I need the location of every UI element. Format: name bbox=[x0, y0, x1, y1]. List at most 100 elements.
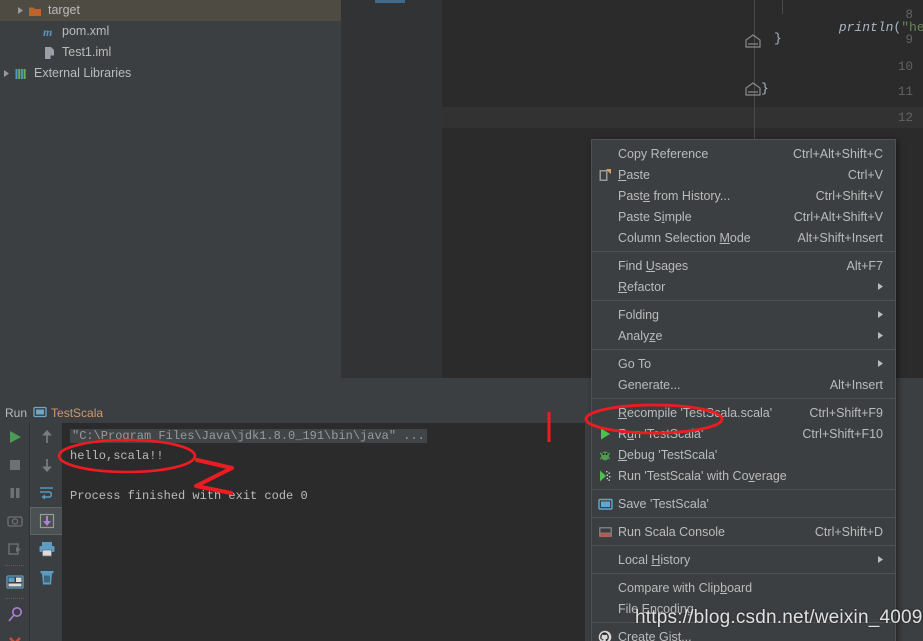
arrow-down-icon[interactable] bbox=[30, 451, 63, 479]
run-tool-window-header: Run TestScala bbox=[0, 403, 585, 423]
menu-item-label: Find Usages bbox=[618, 258, 689, 273]
menu-item-paste[interactable]: Paste Ctrl+V bbox=[592, 164, 895, 185]
external-libraries-icon bbox=[12, 63, 30, 84]
watermark-url: https://blog.csdn.net/weixin_40096730 bbox=[635, 607, 923, 628]
rerun-button[interactable] bbox=[0, 423, 29, 451]
menu-item-label: Run 'TestScala' with Coverage bbox=[618, 468, 787, 483]
menu-item-local-history[interactable]: Local History bbox=[592, 549, 895, 570]
menu-item-shortcut: Ctrl+Alt+Shift+C bbox=[793, 146, 883, 161]
line-number: 12 bbox=[897, 111, 913, 125]
camera-icon[interactable] bbox=[0, 507, 29, 535]
menu-item-refactor[interactable]: Refactor bbox=[592, 276, 895, 297]
menu-item-label: Go To bbox=[618, 356, 652, 371]
pin-icon[interactable] bbox=[0, 601, 29, 629]
toolbar-separator bbox=[5, 565, 24, 566]
iml-file-icon bbox=[40, 42, 58, 63]
red-x-icon[interactable] bbox=[0, 629, 29, 641]
run-console-output[interactable]: "C:\Program Files\Java\jdk1.8.0_191\bin\… bbox=[62, 423, 585, 641]
menu-item-no-icon bbox=[592, 206, 618, 227]
menu-item-label: Save 'TestScala' bbox=[618, 496, 709, 511]
tree-item-target[interactable]: target bbox=[0, 0, 341, 21]
menu-item-label: Create Gist... bbox=[618, 629, 692, 641]
menu-item-folding[interactable]: Folding bbox=[592, 304, 895, 325]
menu-item-paste-from-history[interactable]: Paste from History... Ctrl+Shift+V bbox=[592, 185, 895, 206]
menu-item-label: Debug 'TestScala' bbox=[618, 447, 718, 462]
editor-fold-column[interactable] bbox=[412, 0, 442, 378]
debug-bug-icon bbox=[592, 444, 618, 465]
save-run-config-icon bbox=[592, 493, 618, 514]
scroll-to-end-icon[interactable] bbox=[30, 507, 63, 535]
editor-gutter[interactable] bbox=[341, 0, 412, 378]
menu-item-label: Analyze bbox=[618, 328, 663, 343]
run-tool-window: Run TestScala "C:\Program Files\Java\jdk… bbox=[0, 403, 585, 641]
menu-separator bbox=[592, 573, 895, 574]
menu-item-shortcut: Ctrl+Shift+F9 bbox=[809, 405, 883, 420]
thread-dump-icon[interactable] bbox=[0, 535, 29, 563]
run-window-title: Run bbox=[5, 406, 28, 420]
run-tab-label[interactable]: TestScala bbox=[47, 406, 103, 420]
run-configuration-icon bbox=[33, 405, 47, 422]
menu-item-no-icon bbox=[592, 598, 618, 619]
restore-layout-icon[interactable] bbox=[0, 568, 29, 596]
menu-item-save-testscala[interactable]: Save 'TestScala' bbox=[592, 493, 895, 514]
submenu-arrow-icon bbox=[876, 357, 895, 371]
menu-item-no-icon bbox=[592, 374, 618, 395]
menu-item-run-scala-console[interactable]: Run Scala Console Ctrl+Shift+D bbox=[592, 521, 895, 542]
chevron-right-icon[interactable] bbox=[0, 63, 12, 84]
trash-icon[interactable] bbox=[30, 563, 63, 591]
stop-button[interactable] bbox=[0, 451, 29, 479]
paste-icon bbox=[592, 164, 618, 185]
folder-icon bbox=[26, 0, 44, 21]
menu-item-debug-testscala[interactable]: Debug 'TestScala' bbox=[592, 444, 895, 465]
menu-item-shortcut: Ctrl+Alt+Shift+V bbox=[793, 209, 883, 224]
menu-separator bbox=[592, 545, 895, 546]
menu-item-no-icon bbox=[592, 227, 618, 248]
menu-item-recompile-testscala-scala[interactable]: Recompile 'TestScala.scala' Ctrl+Shift+F9 bbox=[592, 402, 895, 423]
menu-item-run-testscala[interactable]: Run 'TestScala' Ctrl+Shift+F10 bbox=[592, 423, 895, 444]
menu-item-label: Compare with Clipboard bbox=[618, 580, 753, 595]
menu-item-label: Run Scala Console bbox=[618, 524, 726, 539]
menu-item-label: Local History bbox=[618, 552, 691, 567]
menu-separator bbox=[592, 349, 895, 350]
menu-item-no-icon bbox=[592, 304, 618, 325]
menu-item-shortcut: Ctrl+Shift+F10 bbox=[802, 426, 883, 441]
printer-icon[interactable] bbox=[30, 535, 63, 563]
menu-item-find-usages[interactable]: Find Usages Alt+F7 bbox=[592, 255, 895, 276]
menu-item-analyze[interactable]: Analyze bbox=[592, 325, 895, 346]
tree-item-test1-iml[interactable]: Test1.iml bbox=[0, 42, 341, 63]
scala-console-icon bbox=[592, 521, 618, 542]
editor-context-menu[interactable]: Copy Reference Ctrl+Alt+Shift+C Paste Ctrl+… bbox=[591, 139, 896, 641]
tree-item-pom-xml[interactable]: m pom.xml bbox=[0, 21, 341, 42]
menu-item-no-icon bbox=[592, 143, 618, 164]
menu-item-go-to[interactable]: Go To bbox=[592, 353, 895, 374]
arrow-up-icon[interactable] bbox=[30, 423, 63, 451]
menu-item-paste-simple[interactable]: Paste Simple Ctrl+Alt+Shift+V bbox=[592, 206, 895, 227]
menu-item-run-testscala-with-coverage[interactable]: Run 'TestScala' with Coverage bbox=[592, 465, 895, 486]
svg-text:m: m bbox=[43, 25, 52, 39]
soft-wrap-icon[interactable] bbox=[30, 479, 63, 507]
menu-item-label: Run 'TestScala' bbox=[618, 426, 704, 441]
menu-item-shortcut: Ctrl+Shift+D bbox=[814, 524, 883, 539]
chevron-right-icon[interactable] bbox=[14, 0, 26, 21]
menu-separator bbox=[592, 251, 895, 252]
menu-item-label: Paste Simple bbox=[618, 209, 692, 224]
menu-item-column-selection-mode[interactable]: Column Selection Mode Alt+Shift+Insert bbox=[592, 227, 895, 248]
menu-separator bbox=[592, 300, 895, 301]
coverage-icon bbox=[592, 465, 618, 486]
pause-button[interactable] bbox=[0, 479, 29, 507]
submenu-arrow-icon bbox=[876, 280, 895, 294]
run-toolbar-primary bbox=[0, 423, 29, 641]
menu-item-copy-reference[interactable]: Copy Reference Ctrl+Alt+Shift+C bbox=[592, 143, 895, 164]
menu-item-shortcut: Alt+Insert bbox=[829, 377, 883, 392]
ide-window: target m pom.xml Test1.iml External Librarie… bbox=[0, 0, 923, 641]
menu-item-label: Copy Reference bbox=[618, 146, 709, 161]
menu-item-label: Refactor bbox=[618, 279, 666, 294]
menu-item-no-icon bbox=[592, 325, 618, 346]
chevron-right-icon bbox=[28, 21, 40, 42]
project-tool-window: target m pom.xml Test1.iml External Librarie… bbox=[0, 0, 341, 403]
github-icon bbox=[592, 626, 618, 641]
tree-item-external-libraries[interactable]: External Libraries bbox=[0, 63, 341, 84]
menu-item-compare-with-clipboard[interactable]: Compare with Clipboard bbox=[592, 577, 895, 598]
menu-item-shortcut: Alt+Shift+Insert bbox=[797, 230, 883, 245]
menu-item-generate[interactable]: Generate... Alt+Insert bbox=[592, 374, 895, 395]
